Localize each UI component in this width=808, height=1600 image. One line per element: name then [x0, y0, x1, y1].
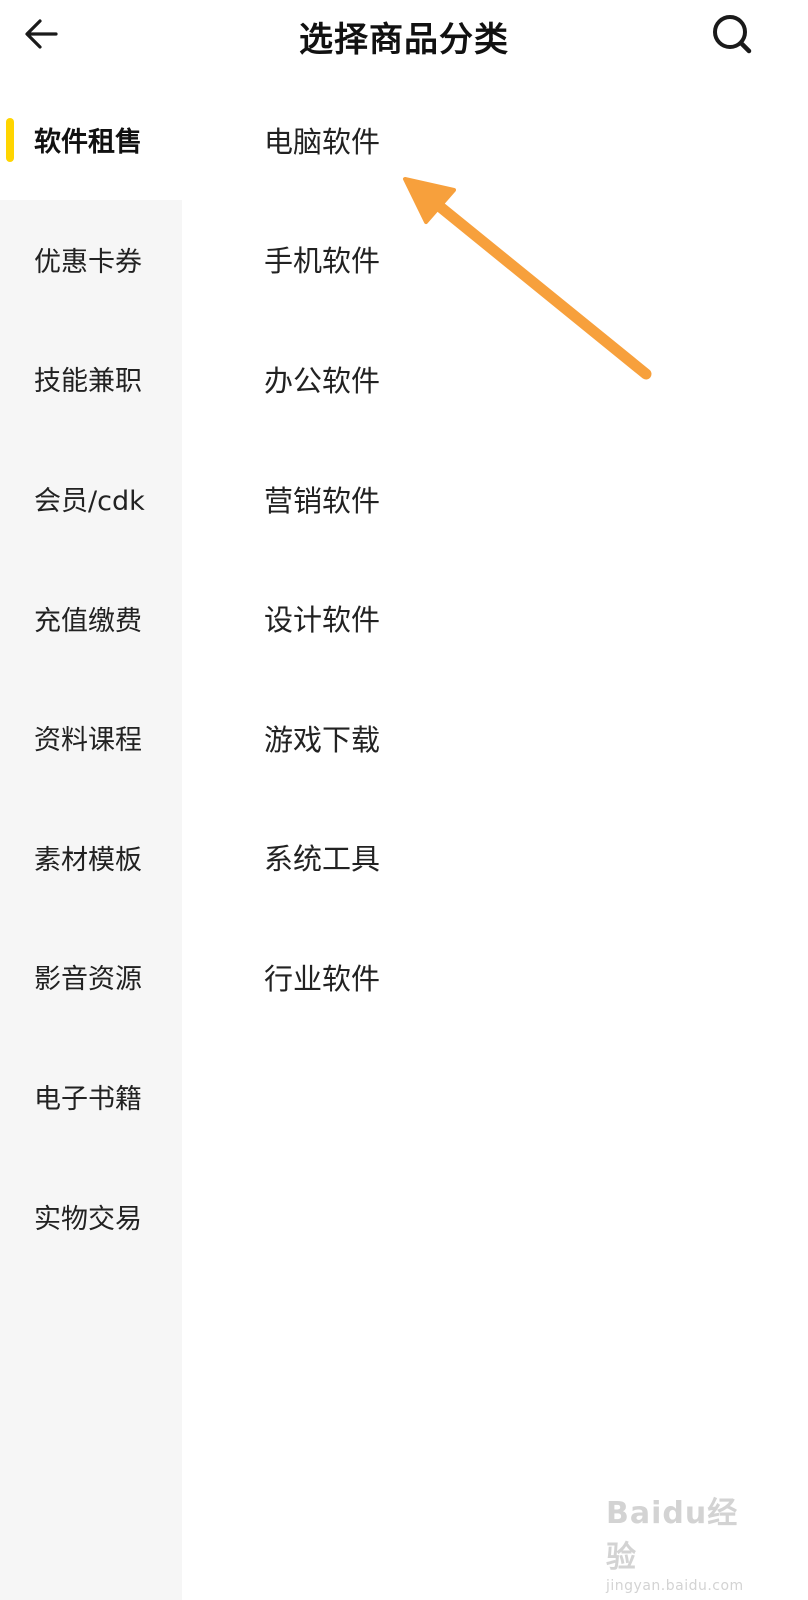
subcategory-system-tools[interactable]: 系统工具 — [182, 798, 808, 918]
watermark: Baidu经验 jingyan.baidu.com — [606, 1488, 756, 1594]
subcategory-office-software[interactable]: 办公软件 — [182, 319, 808, 439]
search-icon — [713, 15, 752, 54]
category-page: 选择商品分类 软件租售 优惠卡券 技能兼职 会员/cdk 充值缴费 资料课程 素… — [0, 0, 808, 1600]
sidebar-item-label: 电子书籍 — [34, 1084, 142, 1116]
sidebar-item-skills-parttime[interactable]: 技能兼职 — [0, 319, 182, 439]
subcategory-game-downloads[interactable]: 游戏下载 — [182, 678, 808, 798]
subcategory-pc-software[interactable]: 电脑软件 — [182, 80, 808, 200]
sidebar-item-label: 会员/cdk — [34, 486, 145, 518]
sidebar-item-software-rental[interactable]: 软件租售 — [0, 80, 182, 200]
sidebar-item-media[interactable]: 影音资源 — [0, 917, 182, 1037]
subcategory-marketing-software[interactable]: 营销软件 — [182, 439, 808, 559]
sidebar-item-label: 充值缴费 — [34, 605, 142, 637]
sidebar-item-ebooks[interactable]: 电子书籍 — [0, 1037, 182, 1157]
sidebar-item-label: 影音资源 — [34, 964, 142, 996]
sidebar-item-label: 软件租售 — [34, 127, 142, 159]
category-sidebar: 软件租售 优惠卡券 技能兼职 会员/cdk 充值缴费 资料课程 素材模板 影音资… — [0, 80, 182, 1600]
watermark-url: jingyan.baidu.com — [606, 1578, 744, 1594]
sidebar-item-label: 资料课程 — [34, 725, 142, 757]
active-indicator — [6, 118, 14, 162]
watermark-logo: Baidu经验 — [606, 1496, 739, 1575]
subcategory-list: 电脑软件 手机软件 办公软件 营销软件 设计软件 游戏下载 系统工具 行业软件 — [182, 80, 808, 1037]
sidebar-item-membership-cdk[interactable]: 会员/cdk — [0, 439, 182, 559]
page-title: 选择商品分类 — [299, 20, 509, 60]
sidebar-item-physical-goods[interactable]: 实物交易 — [0, 1156, 182, 1276]
subcategory-design-software[interactable]: 设计软件 — [182, 558, 808, 678]
sidebar-item-label: 技能兼职 — [34, 366, 142, 398]
sidebar-item-templates[interactable]: 素材模板 — [0, 798, 182, 918]
sidebar-item-courses[interactable]: 资料课程 — [0, 678, 182, 798]
top-bar: 选择商品分类 — [0, 0, 808, 72]
subcategory-industry-software[interactable]: 行业软件 — [182, 917, 808, 1037]
subcategory-mobile-software[interactable]: 手机软件 — [182, 200, 808, 320]
sidebar-item-label: 素材模板 — [34, 844, 142, 876]
sidebar-item-label: 实物交易 — [34, 1203, 142, 1235]
sidebar-item-label: 优惠卡券 — [34, 246, 142, 278]
sidebar-item-coupons[interactable]: 优惠卡券 — [0, 200, 182, 320]
sidebar-item-recharge[interactable]: 充值缴费 — [0, 558, 182, 678]
search-button[interactable] — [706, 8, 758, 60]
